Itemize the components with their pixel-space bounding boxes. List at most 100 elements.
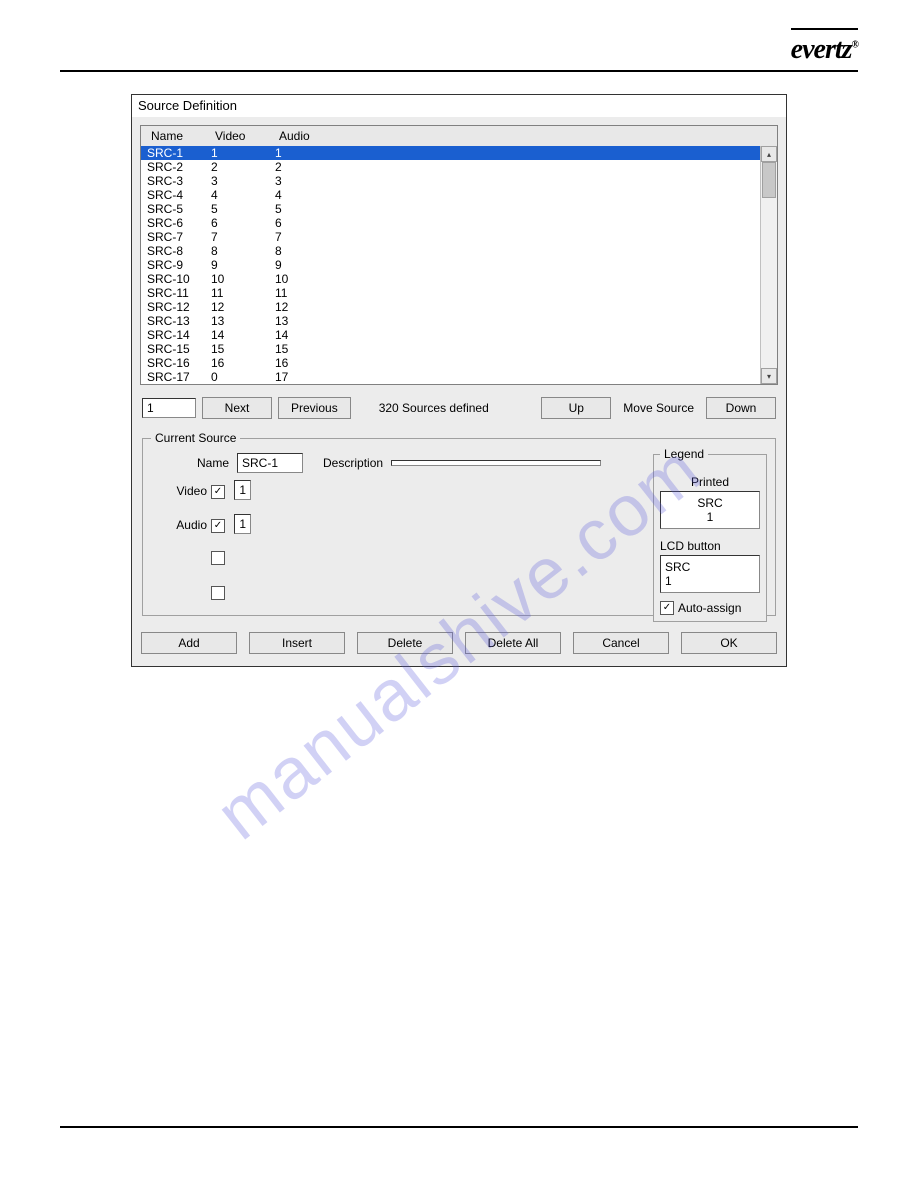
video-checkbox[interactable]: ✓	[211, 485, 225, 499]
cell-audio: 6	[275, 216, 282, 230]
current-index-input[interactable]: 1	[142, 398, 196, 418]
scroll-up-icon[interactable]: ▴	[761, 146, 777, 162]
lcd-swatch: SRC 1	[660, 555, 760, 593]
scroll-down-icon[interactable]: ▾	[761, 368, 777, 384]
cell-audio: 9	[275, 258, 282, 272]
move-up-button[interactable]: Up	[541, 397, 611, 419]
cell-video: 6	[211, 216, 275, 230]
table-row[interactable]: SRC-333	[141, 174, 760, 188]
cell-audio: 4	[275, 188, 282, 202]
current-source-group: Current Source Name SRC-1 Description Vi…	[142, 431, 776, 616]
list-header: Name Video Audio	[141, 126, 777, 146]
brand-reg: ®	[852, 40, 858, 51]
video-field[interactable]: 1	[234, 480, 251, 500]
cell-video: 15	[211, 342, 275, 356]
auto-assign-label: Auto-assign	[678, 601, 741, 615]
scroll-thumb[interactable]	[762, 162, 776, 198]
cell-video: 14	[211, 328, 275, 342]
table-row[interactable]: SRC-121212	[141, 300, 760, 314]
delete-button[interactable]: Delete	[357, 632, 453, 654]
move-source-label: Move Source	[617, 401, 700, 415]
table-row[interactable]: SRC-555	[141, 202, 760, 216]
cell-video: 11	[211, 286, 275, 300]
table-row[interactable]: SRC-17017	[141, 370, 760, 384]
extra-checkbox-r4c1[interactable]	[211, 586, 225, 600]
cancel-button[interactable]: Cancel	[573, 632, 669, 654]
video-label: Video	[151, 484, 211, 498]
source-list: Name Video Audio SRC-111SRC-222SRC-333SR…	[140, 125, 778, 385]
cell-name: SRC-14	[147, 328, 211, 342]
name-field[interactable]: SRC-1	[237, 453, 303, 473]
table-row[interactable]: SRC-131313	[141, 314, 760, 328]
nav-row: 1 Next Previous 320 Sources defined Up M…	[132, 389, 786, 427]
sources-defined-status: 320 Sources defined	[379, 401, 489, 415]
cell-video: 8	[211, 244, 275, 258]
printed-label: Printed	[660, 475, 760, 489]
cell-video: 16	[211, 356, 275, 370]
col-header-audio[interactable]: Audio	[279, 129, 310, 143]
footer-rule	[60, 1126, 858, 1128]
cell-audio: 3	[275, 174, 282, 188]
audio-field[interactable]: 1	[234, 514, 251, 534]
table-row[interactable]: SRC-444	[141, 188, 760, 202]
ok-button[interactable]: OK	[681, 632, 777, 654]
cell-video: 0	[211, 370, 275, 384]
cell-name: SRC-13	[147, 314, 211, 328]
delete-all-button[interactable]: Delete All	[465, 632, 561, 654]
brand-logo: evertz®	[791, 28, 858, 66]
table-row[interactable]: SRC-999	[141, 258, 760, 272]
table-row[interactable]: SRC-141414	[141, 328, 760, 342]
cell-name: SRC-15	[147, 342, 211, 356]
table-row[interactable]: SRC-111	[141, 146, 760, 160]
cell-video: 5	[211, 202, 275, 216]
cell-name: SRC-4	[147, 188, 211, 202]
cell-name: SRC-17	[147, 370, 211, 384]
cell-audio: 17	[275, 370, 288, 384]
cell-audio: 11	[275, 286, 287, 300]
cell-name: SRC-2	[147, 160, 211, 174]
table-row[interactable]: SRC-161616	[141, 356, 760, 370]
auto-assign-checkbox[interactable]: ✓	[660, 601, 674, 615]
insert-button[interactable]: Insert	[249, 632, 345, 654]
cell-video: 9	[211, 258, 275, 272]
description-field[interactable]	[391, 460, 601, 466]
cell-video: 10	[211, 272, 275, 286]
table-row[interactable]: SRC-111111	[141, 286, 760, 300]
cell-name: SRC-16	[147, 356, 211, 370]
col-header-video[interactable]: Video	[215, 129, 279, 143]
cell-name: SRC-1	[147, 146, 211, 160]
table-row[interactable]: SRC-666	[141, 216, 760, 230]
table-row[interactable]: SRC-777	[141, 230, 760, 244]
cell-name: SRC-12	[147, 300, 211, 314]
cell-name: SRC-6	[147, 216, 211, 230]
audio-checkbox[interactable]: ✓	[211, 519, 225, 533]
cell-name: SRC-11	[147, 286, 211, 300]
table-row[interactable]: SRC-151515	[141, 342, 760, 356]
next-button[interactable]: Next	[202, 397, 272, 419]
cell-name: SRC-5	[147, 202, 211, 216]
extra-checkbox-r3c1[interactable]	[211, 551, 225, 565]
cell-audio: 7	[275, 230, 282, 244]
audio-label: Audio	[151, 518, 211, 532]
scroll-track[interactable]	[761, 162, 777, 368]
cell-video: 4	[211, 188, 275, 202]
legend-group: Legend Printed SRC 1 LCD button SRC 1 ✓ …	[653, 447, 767, 622]
cell-video: 1	[211, 146, 275, 160]
move-down-button[interactable]: Down	[706, 397, 776, 419]
col-header-name[interactable]: Name	[151, 129, 215, 143]
cell-audio: 8	[275, 244, 282, 258]
cell-video: 7	[211, 230, 275, 244]
list-rows: SRC-111SRC-222SRC-333SRC-444SRC-555SRC-6…	[141, 146, 760, 384]
lcd-label: LCD button	[660, 539, 760, 553]
table-row[interactable]: SRC-101010	[141, 272, 760, 286]
cell-name: SRC-10	[147, 272, 211, 286]
add-button[interactable]: Add	[141, 632, 237, 654]
page-header: evertz®	[60, 28, 858, 72]
table-row[interactable]: SRC-222	[141, 160, 760, 174]
vertical-scrollbar[interactable]: ▴ ▾	[760, 146, 777, 384]
previous-button[interactable]: Previous	[278, 397, 351, 419]
cell-video: 12	[211, 300, 275, 314]
printed-swatch: SRC 1	[660, 491, 760, 529]
cell-video: 13	[211, 314, 275, 328]
table-row[interactable]: SRC-888	[141, 244, 760, 258]
